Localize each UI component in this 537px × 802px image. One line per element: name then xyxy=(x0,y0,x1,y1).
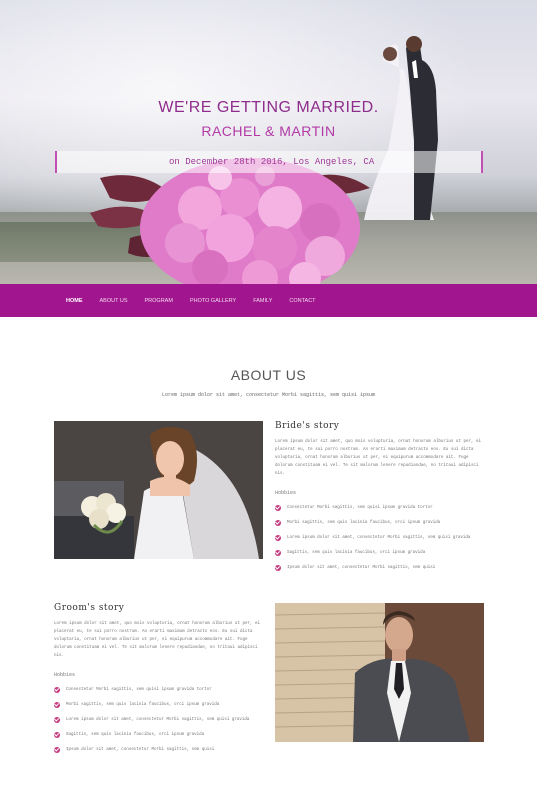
nav-family[interactable]: FAMILY xyxy=(253,298,272,304)
hobby-text: Sagittis, sem quis lacinia faucibus, orc… xyxy=(66,732,205,737)
list-item: Sagittis, sem quis lacinia faucibus, orc… xyxy=(275,545,485,560)
check-icon xyxy=(54,731,60,738)
bride-hobbies-label: Hobbies xyxy=(275,490,297,496)
list-item: Consectetur Morbi sagittis, sem quisi ip… xyxy=(54,682,264,697)
nav-program[interactable]: PROGRAM xyxy=(145,298,173,304)
hobby-text: Lorem ipsum dolor sit amet, consectetur … xyxy=(66,717,250,722)
hobby-text: Consectetur Morbi sagittis, sem quisi ip… xyxy=(287,505,433,510)
groom-image xyxy=(275,603,484,742)
check-icon xyxy=(54,701,60,708)
groom-story-title: Groom's story xyxy=(54,603,125,613)
check-icon xyxy=(54,716,60,723)
nav-contact[interactable]: CONTACT xyxy=(289,298,315,304)
event-date-text: on December 28th 2016, Los Angeles, CA xyxy=(169,157,375,167)
nav-about-us[interactable]: ABOUT US xyxy=(100,298,128,304)
list-item: Lorem ipsum dolor sit amet, consectetur … xyxy=(54,712,264,727)
check-icon xyxy=(54,686,60,693)
bride-photo xyxy=(54,421,263,559)
list-item: Ipsum dolor sit amet, consectetur Morbi … xyxy=(54,742,264,757)
hobby-text: Morbi sagittis, sem quis lacinia faucibu… xyxy=(287,520,441,525)
list-item: Morbi sagittis, sem quis lacinia faucibu… xyxy=(275,515,485,530)
list-item: Sagittis, sem quis lacinia faucibus, orc… xyxy=(54,727,264,742)
check-icon xyxy=(275,534,281,541)
bride-image xyxy=(54,421,263,559)
check-icon xyxy=(275,504,281,511)
groom-photo xyxy=(275,603,484,742)
hero-banner: WE'RE GETTING MARRIED. RACHEL & MARTIN o… xyxy=(0,0,537,284)
check-icon xyxy=(54,746,60,753)
nav-home[interactable]: HOME xyxy=(66,298,83,304)
list-item: Morbi sagittis, sem quis lacinia faucibu… xyxy=(54,697,264,712)
hobby-text: Ipsum dolor sit amet, consectetur Morbi … xyxy=(66,747,215,752)
hobby-text: Morbi sagittis, sem quis lacinia faucibu… xyxy=(66,702,220,707)
bride-story-text: Lorem ipsum dolor sit amet, quo mois vol… xyxy=(275,440,482,476)
groom-hobbies-list: Consectetur Morbi sagittis, sem quisi ip… xyxy=(54,682,264,757)
hero-headline: WE'RE GETTING MARRIED. xyxy=(158,99,379,116)
groom-story-text: Lorem ipsum dolor sit amet, quo mois vol… xyxy=(54,622,261,658)
hobby-text: Lorem ipsum dolor sit amet, consectetur … xyxy=(287,535,471,540)
list-item: Lorem ipsum dolor sit amet, consectetur … xyxy=(275,530,485,545)
hobby-text: Sagittis, sem quis lacinia faucibus, orc… xyxy=(287,550,426,555)
hobby-text: Ipsum dolor sit amet, consectetur Morbi … xyxy=(287,565,436,570)
check-icon xyxy=(275,519,281,526)
couple-names: RACHEL & MARTIN xyxy=(201,123,336,139)
about-title: ABOUT US xyxy=(230,367,307,383)
bride-story-title: Bride's story xyxy=(275,421,340,431)
main-nav: HOME ABOUT US PROGRAM PHOTO GALLERY FAMI… xyxy=(0,284,537,317)
hobby-text: Consectetur Morbi sagittis, sem quisi ip… xyxy=(66,687,212,692)
check-icon xyxy=(275,564,281,571)
check-icon xyxy=(275,549,281,556)
groom-hobbies-label: Hobbies xyxy=(54,672,76,678)
about-subtitle: Lorem ipsum dolor sit amet, consectetur … xyxy=(161,392,376,398)
list-item: Consectetur Morbi sagittis, sem quisi ip… xyxy=(275,500,485,515)
event-date-banner: on December 28th 2016, Los Angeles, CA xyxy=(55,151,483,173)
nav-photo-gallery[interactable]: PHOTO GALLERY xyxy=(190,298,236,304)
list-item: Ipsum dolor sit amet, consectetur Morbi … xyxy=(275,560,485,575)
bride-hobbies-list: Consectetur Morbi sagittis, sem quisi ip… xyxy=(275,500,485,575)
